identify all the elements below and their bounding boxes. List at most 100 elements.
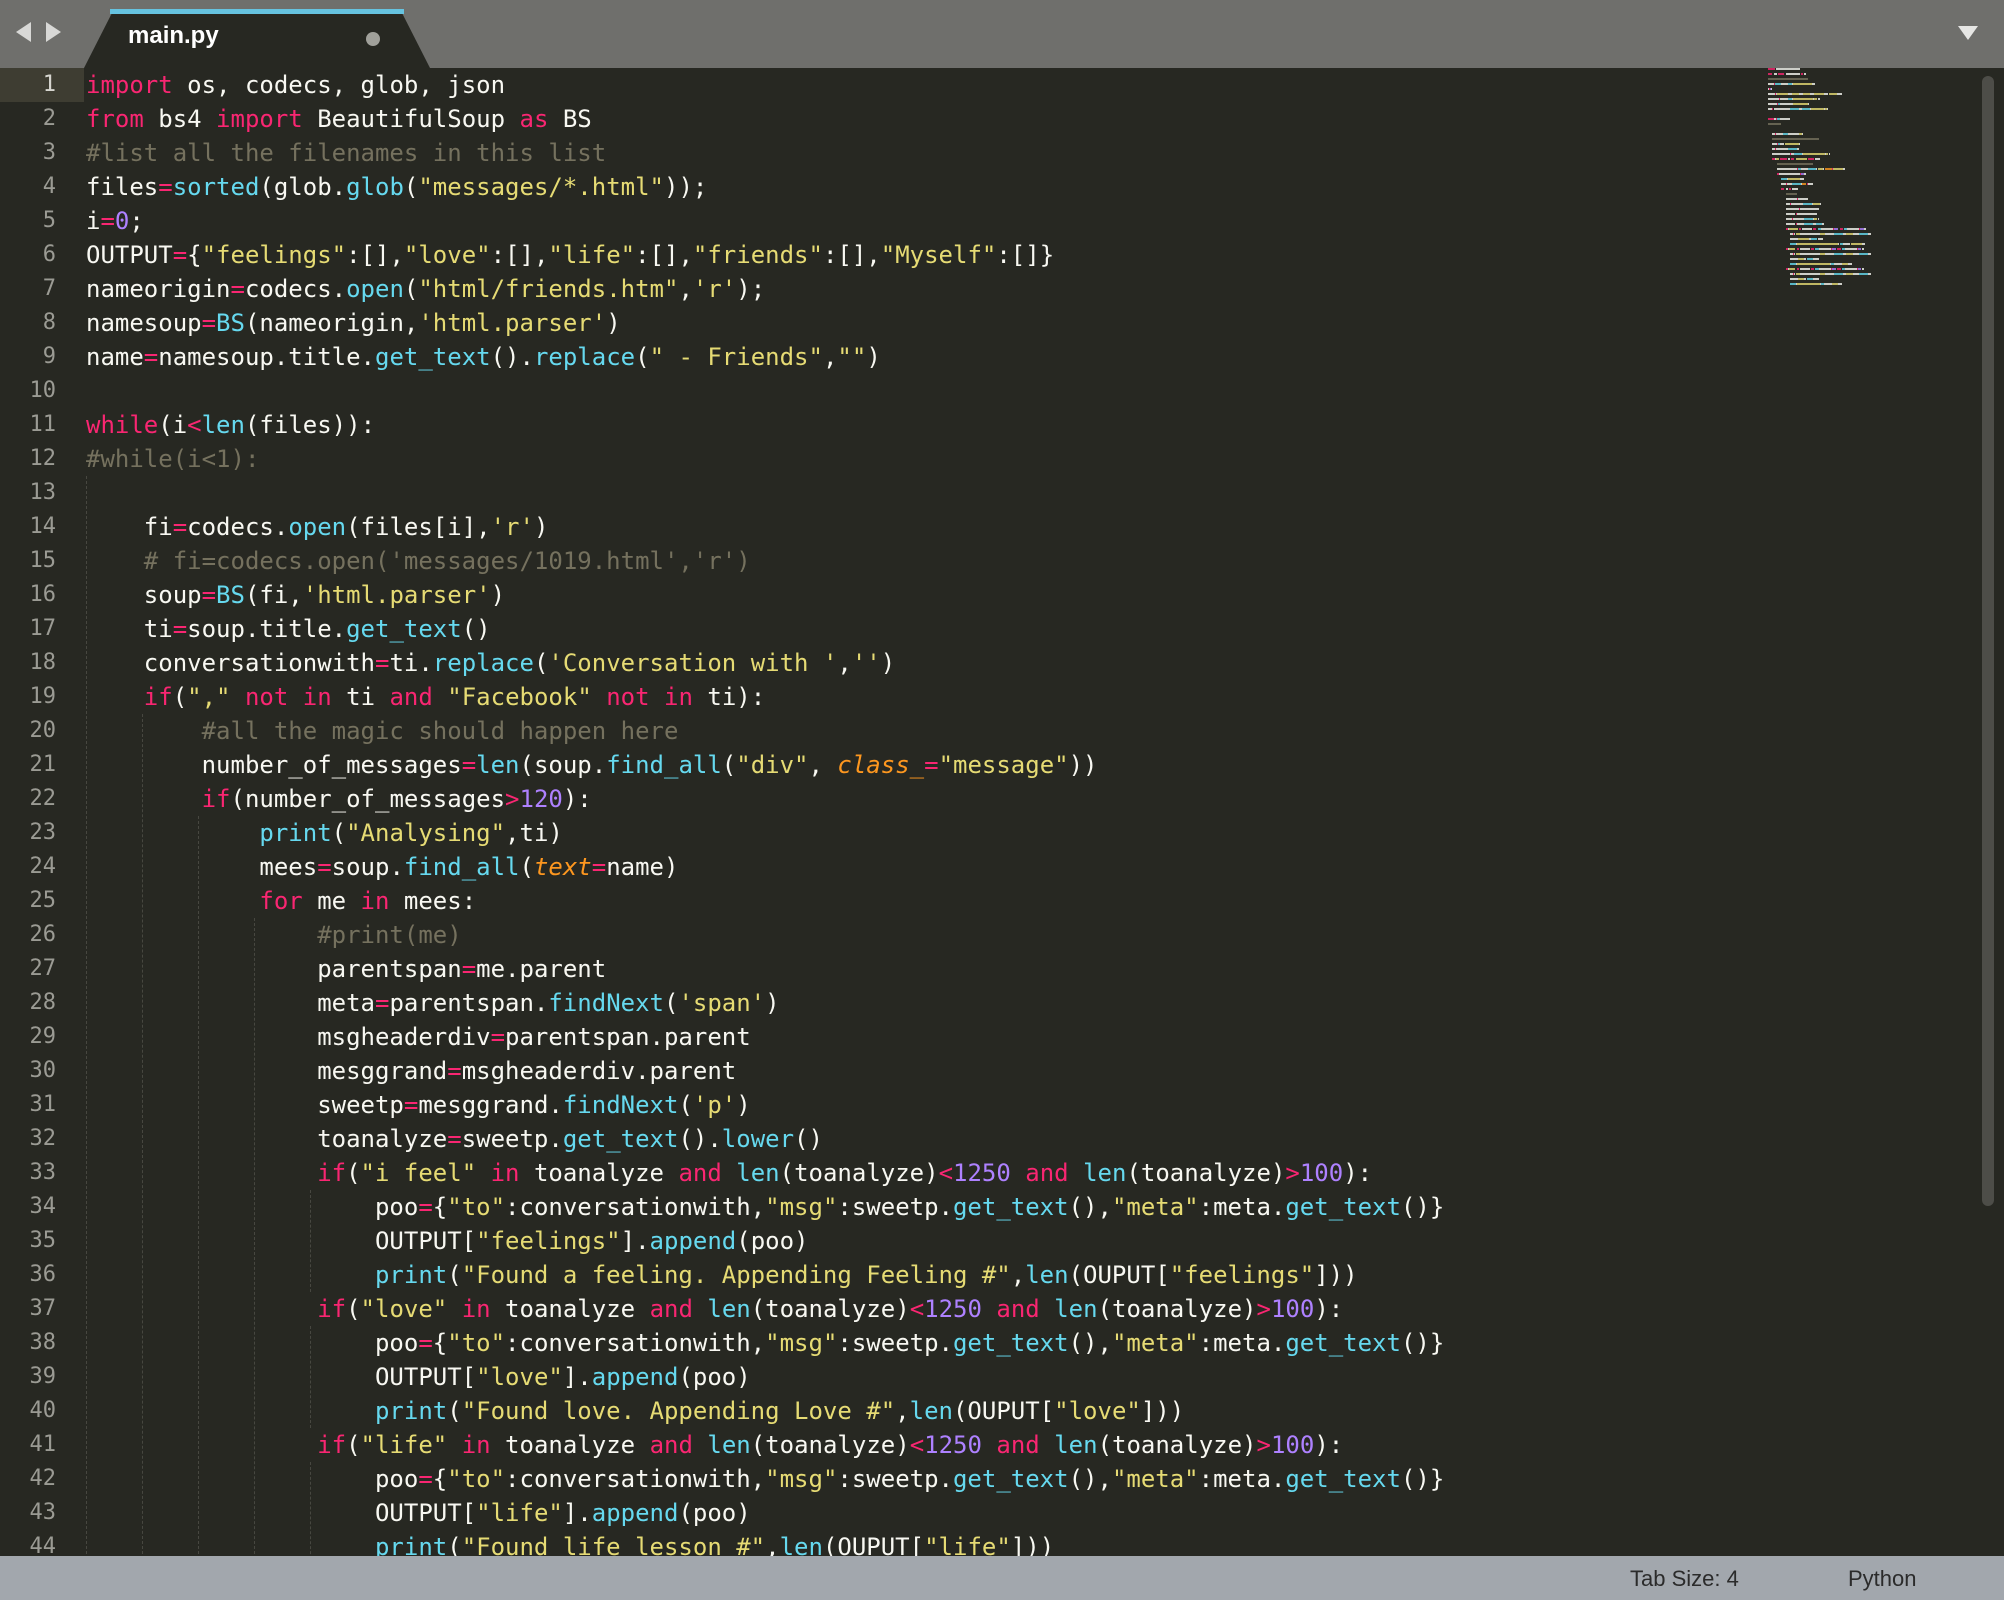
code-token: 'span' xyxy=(678,989,766,1017)
code-token: ( xyxy=(447,1261,462,1289)
code-token: = xyxy=(490,1023,506,1051)
code-token: 'r' xyxy=(490,513,534,541)
code-token: if xyxy=(317,1295,347,1323)
line-number: 4 xyxy=(42,174,56,199)
code-line: import os, codecs, glob, json xyxy=(86,68,505,102)
minimap-line xyxy=(1817,238,1823,240)
minimap-line xyxy=(1799,178,1805,180)
code-token: (nameorigin, xyxy=(244,309,419,337)
minimap-line xyxy=(1810,238,1818,240)
minimap-line xyxy=(1784,143,1799,145)
chevron-left-icon[interactable] xyxy=(16,22,31,42)
minimap-line xyxy=(1799,208,1819,210)
code-token: len xyxy=(1025,1261,1069,1289)
chevron-down-icon[interactable] xyxy=(1958,26,1978,40)
minimap-line xyxy=(1787,158,1790,160)
chevron-right-icon[interactable] xyxy=(46,22,61,42)
code-token: , xyxy=(895,1397,910,1425)
code-token: and xyxy=(1025,1159,1069,1187)
code-token: :[], xyxy=(346,241,404,269)
code-token: text xyxy=(533,853,592,881)
code-token: , xyxy=(678,275,693,303)
code-token: parentspan. xyxy=(389,989,549,1017)
code-token: if xyxy=(143,683,173,711)
code-token: 'Conversation with ' xyxy=(548,649,838,677)
line-number: 29 xyxy=(29,1024,57,1049)
minimap-line xyxy=(1785,223,1796,225)
code-token: = xyxy=(461,751,477,779)
minimap-line xyxy=(1813,278,1819,280)
code-token: nameorigin xyxy=(86,275,231,303)
code-token: BS xyxy=(216,309,245,337)
minimap-line xyxy=(1807,183,1814,185)
code-token: lower xyxy=(721,1125,795,1153)
code-editor[interactable]: 1 2 3 4 5 6 7 8 9 10 11 12 13 14 15 16 17 18 19 20 21 22 23 24 2… xyxy=(0,68,2004,1556)
tab-size-indicator[interactable]: Tab Size: 4 xyxy=(1630,1566,1739,1592)
code-area[interactable]: import os, codecs, glob, json from bs4 im… xyxy=(86,68,1746,1556)
code-token: parentspan xyxy=(86,955,462,983)
code-token: name xyxy=(86,343,144,371)
line-number: 16 xyxy=(29,582,57,607)
code-line: from bs4 import BeautifulSoup as BS xyxy=(86,102,592,136)
minimap-line xyxy=(1799,253,1820,255)
code-line: sweetp=mesggrand.findNext('p') xyxy=(86,1088,751,1122)
minimap-line xyxy=(1768,103,1777,105)
code-token: ( xyxy=(721,751,737,779)
minimap-line xyxy=(1771,88,1773,90)
minimap-line xyxy=(1838,283,1842,285)
line-number: 37 xyxy=(29,1296,57,1321)
minimap-line xyxy=(1825,233,1834,235)
code-token: if xyxy=(201,785,231,813)
minimap-line xyxy=(1837,93,1842,95)
code-token: and xyxy=(649,1431,693,1459)
code-token: (). xyxy=(490,343,534,371)
code-token: (toanalyze) xyxy=(750,1431,910,1459)
minimap-line xyxy=(1806,278,1814,280)
minimap-line xyxy=(1831,283,1839,285)
code-token: (glob. xyxy=(259,173,347,201)
code-token: )); xyxy=(664,173,708,201)
code-token: ]. xyxy=(620,1227,650,1255)
code-token: ( xyxy=(403,275,419,303)
minimap-line xyxy=(1834,253,1843,255)
code-token: , xyxy=(765,1533,780,1556)
minimap-line xyxy=(1812,83,1816,85)
minimap-line xyxy=(1837,268,1841,270)
code-token: from xyxy=(86,105,144,133)
code-token: < xyxy=(187,411,202,439)
minimap-line xyxy=(1787,148,1797,150)
code-token: ])) xyxy=(1314,1261,1358,1289)
minimap-line xyxy=(1785,73,1800,75)
code-line: print("Found life lesson #",len(OUPUT["l… xyxy=(86,1530,1054,1556)
code-token: = xyxy=(230,275,245,303)
minimap-line xyxy=(1846,273,1853,275)
minimap-line xyxy=(1790,258,1798,260)
code-line: #print(me) xyxy=(86,918,462,952)
code-token: "feelings" xyxy=(1169,1261,1315,1289)
code-token: () xyxy=(794,1125,823,1153)
minimap[interactable] xyxy=(1768,68,1938,298)
minimap-line xyxy=(1804,173,1807,175)
dot-icon[interactable] xyxy=(366,32,380,46)
vertical-scrollbar[interactable] xyxy=(1982,76,1994,1206)
code-line: msgheaderdiv=parentspan.parent xyxy=(86,1020,750,1054)
code-token: "messages/*.html" xyxy=(418,173,664,201)
code-token: #print(me) xyxy=(317,921,462,949)
minimap-line xyxy=(1772,138,1819,140)
line-number: 14 xyxy=(29,514,57,539)
minimap-line xyxy=(1868,233,1872,235)
code-token: = xyxy=(172,513,188,541)
minimap-line xyxy=(1768,73,1773,75)
line-number: 3 xyxy=(42,140,56,165)
minimap-line xyxy=(1845,268,1858,270)
code-token: (poo) xyxy=(678,1363,751,1391)
code-line: #all the magic should happen here xyxy=(86,714,679,748)
code-token: soup xyxy=(86,581,202,609)
minimap-line xyxy=(1798,143,1800,145)
syntax-indicator[interactable]: Python xyxy=(1848,1566,1917,1592)
line-number: 6 xyxy=(42,242,56,267)
code-token: ( xyxy=(346,1431,361,1459)
